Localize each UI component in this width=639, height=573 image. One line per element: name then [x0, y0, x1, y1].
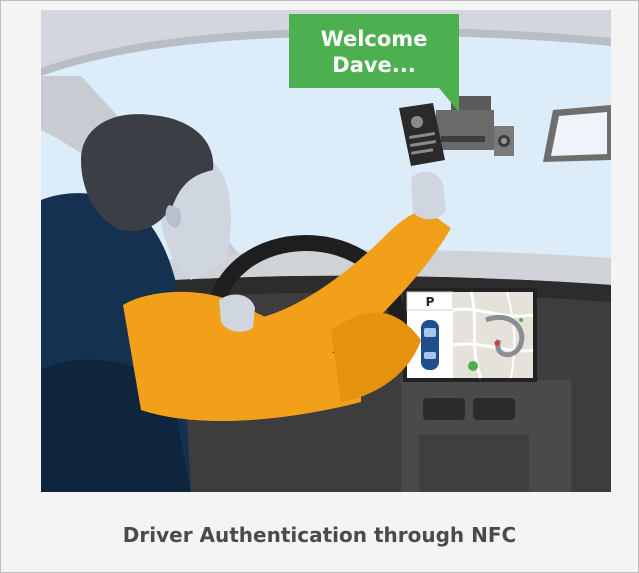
car-icon — [421, 320, 439, 370]
nfc-illustration: P Welcome Dave... — [41, 10, 611, 492]
card-frame: P Welcome Dave... Driver Authentication … — [0, 0, 639, 573]
map-icon — [452, 291, 534, 379]
console-button-right — [473, 398, 515, 420]
side-mirror-glass — [551, 112, 607, 156]
infotainment-screen: P — [403, 288, 537, 382]
console-button-left — [423, 398, 465, 420]
parking-label: P — [426, 295, 435, 309]
gear-area — [419, 435, 529, 492]
bubble-line-1: Welcome — [321, 27, 428, 51]
bubble-line-2: Dave... — [332, 53, 415, 77]
illustration-caption: Driver Authentication through NFC — [122, 523, 517, 547]
